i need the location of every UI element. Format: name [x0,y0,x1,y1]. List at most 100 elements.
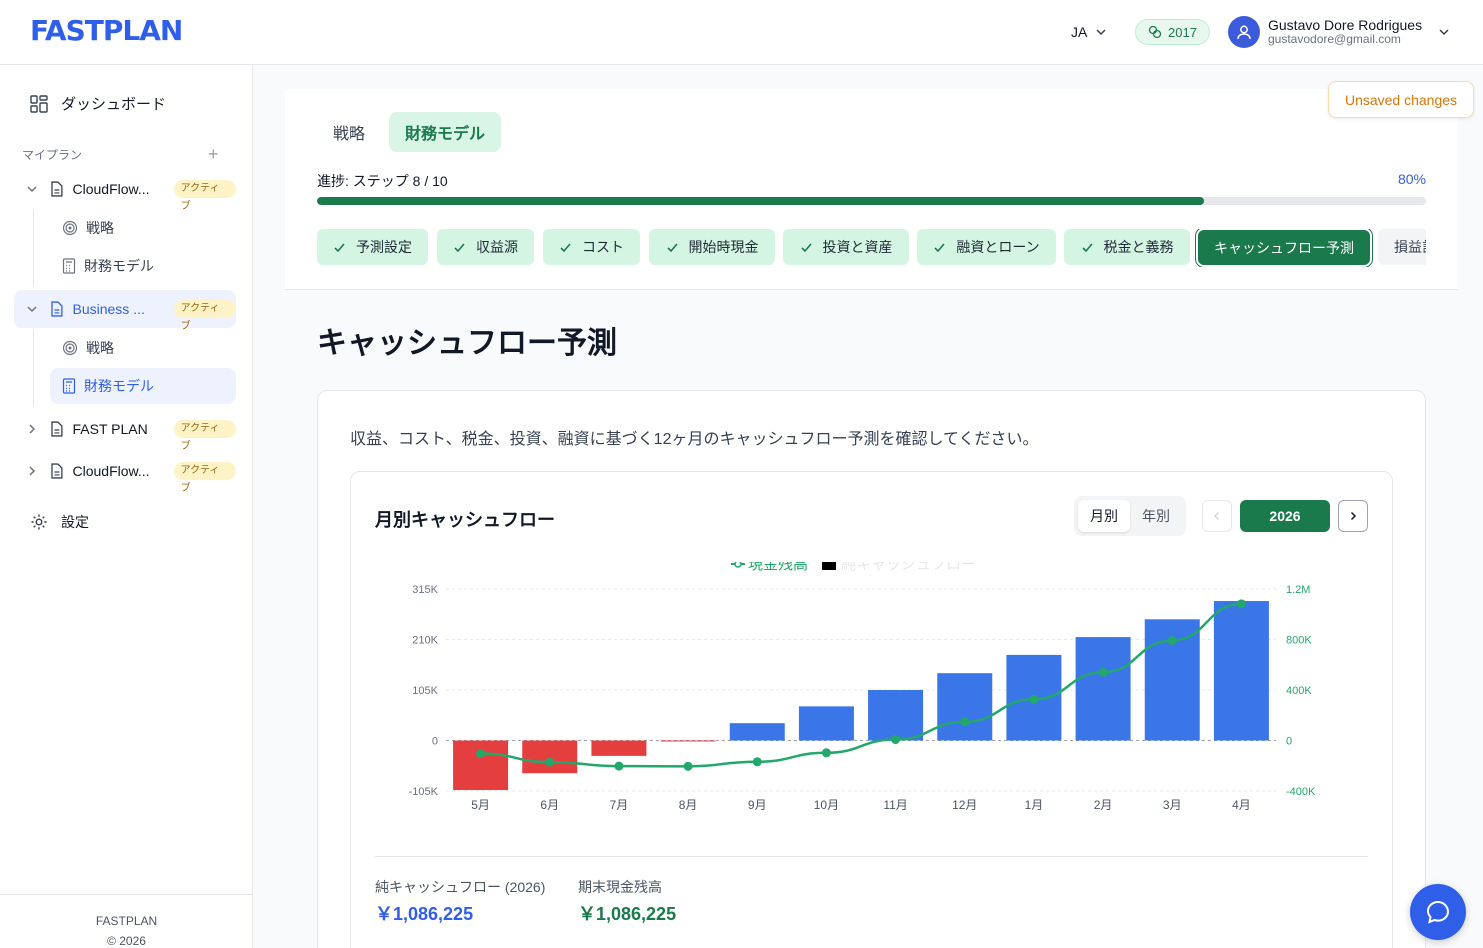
chevron-right-icon [1350,511,1357,521]
document-icon [50,421,63,437]
language-selector[interactable]: JA [1071,24,1107,40]
step-forecast-settings[interactable]: 予測設定 [317,229,428,265]
step-label: 融資とローン [956,239,1040,255]
step-financing[interactable]: 融資とローン [917,229,1056,265]
description: 収益、コスト、税金、投資、融資に基づく12ヶ月のキャッシュフロー予測を確認してく… [350,431,1039,448]
page-title: キャッシュフロー予測 [317,327,617,360]
sidebar-item-settings[interactable]: 設定 [30,512,89,532]
chat-bubble-icon [1426,900,1450,924]
plan-item-3[interactable]: FAST PLAN アクティブ [14,410,236,452]
chart-bar [1075,637,1131,741]
step-investments[interactable]: 投資と資産 [783,229,909,265]
unsaved-changes-indicator[interactable]: Unsaved changes [1328,81,1474,118]
step-label: 損益計 [1394,239,1426,255]
plan-name: Business ... [72,301,145,317]
dashboard-icon [30,94,48,113]
chevron-right-icon[interactable] [26,465,38,477]
status-badge: アクティブ [173,180,236,212]
plan-item-2[interactable]: Business ... アクティブ [14,290,236,332]
plan-item-4[interactable]: CloudFlow... アクティブ [14,452,236,494]
step-label: キャッシュフロー予測 [1214,239,1354,256]
add-plan-icon[interactable]: + [208,144,219,165]
step-taxes[interactable]: 税金と義務 [1064,229,1190,265]
x-tick-label: 7月 [610,798,629,812]
tab-strategy[interactable]: 戦略 [317,112,381,152]
summary-net-label: 純キャッシュフロー (2026) [375,879,546,895]
tab-financial-model[interactable]: 財務モデル [389,112,502,152]
y-right-tick-label: 800K [1286,635,1312,647]
balance-point [960,717,970,727]
step-opening-cash[interactable]: 開始時現金 [649,229,775,265]
y-right-tick-label: 400K [1286,685,1312,697]
step-label: 予測設定 [356,239,412,255]
user-name: Gustavo Dore Rodrigues [1268,16,1423,33]
chat-button[interactable] [1410,884,1466,940]
plan-name: FAST PLAN [72,421,148,437]
footer-brand: FASTPLAN [95,914,158,928]
step-label: 投資と資産 [822,239,893,255]
check-icon [934,242,945,252]
summary-balance-label: 期末現金残高 [578,879,662,895]
y-right-tick-label: -400K [1286,786,1316,798]
document-icon [50,181,63,197]
tree-line [33,330,34,406]
cashflow-chart: 現金残高 純キャッシュフロー 315K 210K 105K 0 -105K 1.2M 800K 4… [409,562,1316,812]
cashflow-card: 収益、コスト、税金、投資、融資に基づく12ヶ月のキャッシュフロー予測を確認してく… [317,390,1426,948]
step-label: 税金と義務 [1103,239,1174,255]
chevron-down-icon[interactable] [26,303,38,315]
toggle-monthly[interactable]: 月別 [1078,500,1130,532]
x-tick-label: 4月 [1232,798,1251,812]
toggle-yearly[interactable]: 年別 [1130,500,1182,532]
chart-bar [522,740,578,774]
sidebar-item-dashboard[interactable]: ダッシュボード [30,93,166,114]
x-tick-label: 10月 [814,798,839,812]
wizard-header: 戦略 財務モデル 進捗: ステップ 8 / 10 80% 予測設定 収益源 コス… [285,89,1458,290]
chart-bar [453,740,509,791]
y-right-tick-label: 0 [1286,736,1292,748]
legend-label-balance[interactable]: 現金残高 [748,562,808,573]
credits-badge[interactable]: 2017 [1135,19,1210,45]
y-left-tick-label: 210K [412,635,438,647]
gear-icon [31,514,47,530]
year-button[interactable]: 2026 [1240,500,1330,532]
check-icon [454,242,465,252]
step-costs[interactable]: コスト [543,229,640,265]
sidebar-footer: FASTPLAN © 2026 [0,894,253,948]
step-pnl[interactable]: 損益計 [1378,229,1426,265]
user-email: gustavodore@gmail.com [1268,32,1401,47]
sidebar-sub-strategy[interactable]: 戦略 [50,210,236,246]
check-icon [666,242,678,252]
chevron-down-icon [1439,29,1449,36]
y-left-tick-label: 315K [412,584,438,596]
plan-item-1[interactable]: CloudFlow... アクティブ [14,170,236,212]
summary-net-value: ￥1,086,225 [375,904,474,924]
status-badge: アクティブ [173,462,236,494]
legend-line-marker [734,562,742,568]
section-title-my-plans: マイプラン [22,148,83,162]
step-cashflow-current[interactable]: キャッシュフロー予測 [1198,230,1370,265]
sidebar-sub-financial-active[interactable]: 財務モデル [50,368,236,404]
chevron-down-icon[interactable] [26,183,38,195]
sub-label: 財務モデル [84,258,154,274]
step-label: コスト [582,239,624,255]
summary-balance-value: ￥1,086,225 [578,904,677,924]
x-tick-label: 1月 [1025,798,1044,812]
balance-point [752,757,762,767]
progress-fill [317,197,1205,205]
app-logo[interactable]: FASTPLAN [30,14,183,47]
chart-bar [937,673,993,741]
legend-label-net[interactable]: 純キャッシュフロー [841,562,976,573]
check-icon [560,242,571,252]
user-menu[interactable]: Gustavo Dore Rodrigues gustavodore@gmail… [1228,16,1450,48]
document-icon [50,301,63,317]
check-icon [334,242,345,252]
sidebar-sub-financial[interactable]: 財務モデル [50,248,236,284]
prev-year-button[interactable] [1202,500,1232,532]
balance-point [1167,635,1177,645]
sidebar-sub-strategy[interactable]: 戦略 [50,330,236,366]
top-header: FASTPLAN JA 2017 Gustavo Dore Rodrigues … [0,0,1483,65]
chevron-right-icon[interactable] [26,423,38,435]
step-revenue[interactable]: 収益源 [437,229,534,265]
next-year-button[interactable] [1338,500,1368,532]
sidebar: ダッシュボード マイプラン + CloudFlow... アクティブ 戦略 財務… [0,65,253,948]
